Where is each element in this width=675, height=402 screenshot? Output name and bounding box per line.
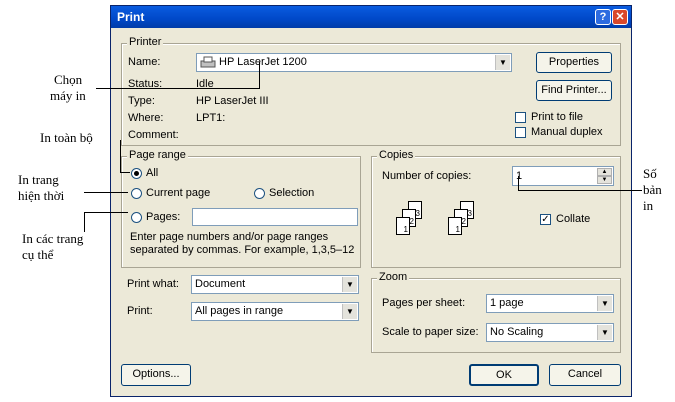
printer-group: Printer Name: HP LaserJet 1200 ▼ Status:… — [121, 36, 621, 146]
print-to-file-label[interactable]: Print to file — [531, 111, 583, 123]
pages-per-sheet-label: Pages per sheet: — [382, 297, 466, 309]
manual-duplex-checkbox[interactable] — [515, 127, 526, 138]
collate-illustration: 3 2 1 3 2 1 — [384, 195, 494, 255]
pages-per-sheet-select[interactable]: 1 page ▼ — [486, 294, 614, 313]
name-label: Name: — [128, 56, 161, 68]
print-label: Print: — [127, 305, 153, 317]
pointer-line — [120, 140, 121, 172]
pointer-line — [518, 190, 642, 191]
help-button[interactable]: ? — [595, 9, 611, 25]
all-label[interactable]: All — [146, 167, 158, 179]
pages-input[interactable] — [192, 208, 358, 226]
radio-dot — [134, 171, 139, 176]
annotation-in-cac-trang: In các trang cụ thể — [22, 231, 83, 263]
chevron-down-icon[interactable]: ▼ — [597, 325, 612, 340]
annotation-chon-may-in: Chọn máy in — [50, 72, 86, 104]
annotation-in-trang-hien-thoi: In trang hiện thời — [18, 172, 64, 204]
current-page-radio[interactable] — [131, 188, 142, 199]
pages-label[interactable]: Pages: — [146, 211, 180, 223]
chevron-down-icon[interactable]: ▼ — [495, 55, 510, 70]
annotation-line-1: In trang — [18, 172, 59, 187]
page-range-group-label: Page range — [127, 149, 188, 161]
printer-group-label: Printer — [127, 36, 164, 48]
annotation-line-2: cụ thể — [22, 247, 54, 262]
annotation-line-2: bản — [643, 182, 662, 197]
print-what-label: Print what: — [127, 278, 179, 290]
annotation-so-ban-in: Số bản in — [643, 166, 662, 214]
chevron-down-icon[interactable]: ▼ — [342, 304, 357, 319]
find-printer-button[interactable]: Find Printer... — [536, 80, 612, 101]
pointer-line — [518, 176, 519, 191]
type-label: Type: — [128, 95, 155, 107]
annotation-in-toan-bo: In toàn bộ — [40, 130, 93, 145]
where-label: Where: — [128, 112, 164, 124]
scale-to-paper-label: Scale to paper size: — [382, 326, 479, 338]
close-button[interactable]: ✕ — [612, 9, 628, 25]
pointer-line — [84, 212, 85, 232]
properties-button[interactable]: Properties — [536, 52, 612, 73]
dialog-title: Print — [117, 10, 145, 24]
print-dialog: Print ? ✕ Printer Name: HP LaserJet 1200… — [110, 5, 632, 397]
annotation-line-2: hiện thời — [18, 188, 65, 203]
chevron-down-icon[interactable]: ▼ — [342, 277, 357, 292]
annotation-line-3: in — [643, 198, 654, 213]
zoom-group-label: Zoom — [377, 271, 410, 283]
spin-up-icon[interactable]: ▲ — [597, 168, 612, 176]
title-bar[interactable]: Print ? ✕ — [111, 6, 631, 28]
options-button[interactable]: Options... — [121, 364, 191, 386]
number-of-copies-label: Number of copies: — [382, 170, 472, 182]
page-range-hint: Enter page numbers and/or page ranges se… — [130, 231, 355, 256]
print-what-value: Document — [195, 278, 246, 290]
pointer-line — [84, 212, 128, 213]
copies-group-label: Copies — [377, 149, 416, 161]
print-select[interactable]: All pages in range ▼ — [191, 302, 359, 321]
print-what-select[interactable]: Document ▼ — [191, 275, 359, 294]
annotation-line-1: Chọn — [54, 72, 83, 87]
pointer-line — [96, 88, 260, 89]
all-radio[interactable] — [131, 168, 142, 179]
comment-label: Comment: — [128, 129, 179, 141]
page-range-group: Page range All Current page Selection Pa… — [121, 149, 361, 268]
zoom-group: Zoom Pages per sheet: 1 page ▼ Scale to … — [371, 271, 621, 353]
annotation-line-1: In các trang — [22, 231, 84, 246]
collate-checkbox[interactable]: ✓ — [540, 214, 551, 225]
spin-down-icon[interactable]: ▼ — [597, 176, 612, 184]
scale-to-paper-select[interactable]: No Scaling ▼ — [486, 323, 614, 342]
print-to-file-checkbox[interactable] — [515, 112, 526, 123]
pointer-line — [84, 192, 128, 193]
page-icon: 1 — [396, 217, 410, 235]
type-value: HP LaserJet III — [196, 95, 269, 107]
cancel-button[interactable]: Cancel — [549, 364, 621, 386]
printer-name-select[interactable]: HP LaserJet 1200 ▼ — [196, 53, 512, 72]
copies-value: 1 — [516, 170, 523, 182]
annotation-line-2: máy in — [50, 88, 86, 103]
selection-label[interactable]: Selection — [269, 187, 314, 199]
annotation-line-1: Số — [643, 166, 657, 181]
chevron-down-icon[interactable]: ▼ — [597, 296, 612, 311]
where-value: LPT1: — [196, 112, 226, 124]
scale-to-paper-value: No Scaling — [490, 326, 544, 338]
printer-name-value: HP LaserJet 1200 — [219, 56, 307, 68]
current-page-label[interactable]: Current page — [146, 187, 210, 199]
manual-duplex-label[interactable]: Manual duplex — [531, 126, 603, 138]
page-icon: 1 — [448, 217, 462, 235]
pages-per-sheet-value: 1 page — [490, 297, 524, 309]
print-value: All pages in range — [195, 305, 284, 317]
copies-group: Copies Number of copies: 1 ▲ ▼ 3 2 1 3 2… — [371, 149, 621, 268]
collate-label[interactable]: Collate — [556, 213, 590, 225]
pointer-line — [120, 172, 130, 173]
ok-button[interactable]: OK — [469, 364, 539, 386]
copies-stepper[interactable]: 1 ▲ ▼ — [512, 166, 614, 186]
pages-radio[interactable] — [131, 212, 142, 223]
printer-icon — [200, 56, 216, 68]
pointer-line — [259, 62, 260, 89]
selection-radio[interactable] — [254, 188, 265, 199]
